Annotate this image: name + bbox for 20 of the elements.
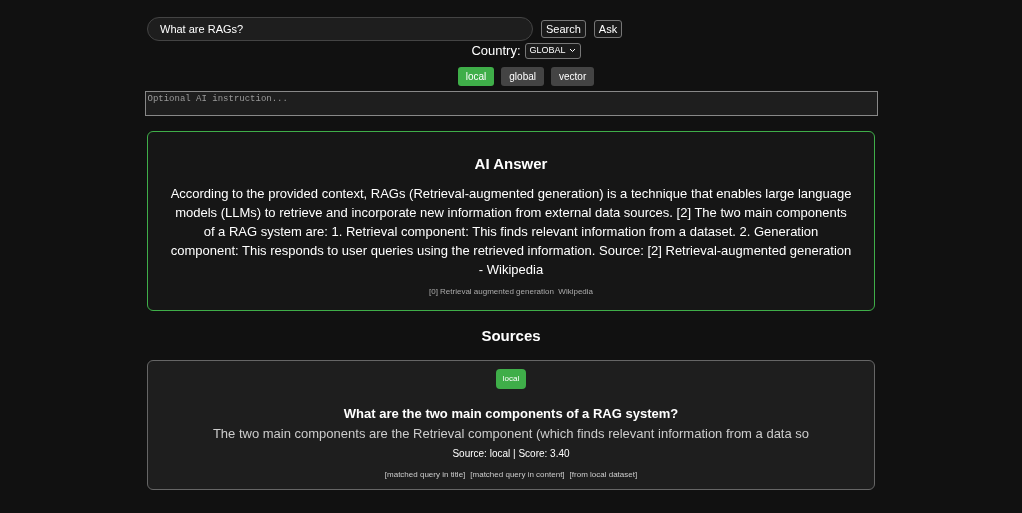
source-tag: [matched query in title] — [384, 469, 466, 481]
instruction-field[interactable]: Optional AI instruction... — [144, 90, 878, 116]
source-snippet: The two main components are the Retrieval component (which finds relevant information from a data so — [212, 425, 810, 443]
mode-tab[interactable]: vector — [551, 66, 595, 86]
source-meta: Source: local | Score: 3.40 — [452, 447, 570, 461]
source-title: What are the two main components of a RAG system? — [343, 404, 679, 423]
source-tag: [matched query in content] — [470, 469, 565, 481]
answer-title: AI Answer — [474, 153, 548, 174]
source-badge: local — [495, 368, 527, 389]
citation: [0] Retrieval augmented generation Wikipedia — [428, 286, 594, 298]
country-label: Country: — [471, 42, 521, 60]
search-field[interactable]: What are RAGs? — [147, 17, 533, 41]
mode-tab[interactable]: global — [501, 66, 544, 86]
answer-text: According to the provided context, RAGs (Retrieval-augmented generation) is a technique that enables large language models (LLMs) to retrieve and incorporate new information from external data sources. [2] The two main components of a RAG system are: 1. Retrieval component: This finds relevant information from a dataset. 2. Generation component: This responds to user queries using the retrieved information. Source: [2] Retrieval-augmented generation - Wikipedia — [169, 185, 853, 279]
chevron-down-icon — [568, 48, 576, 54]
sources-title: Sources — [481, 326, 541, 346]
country-select[interactable]: GLOBAL — [524, 42, 581, 59]
source-tag: [from local dataset] — [569, 469, 638, 481]
ask-button[interactable]: Ask — [593, 20, 623, 38]
search-button[interactable]: Search — [541, 20, 586, 38]
